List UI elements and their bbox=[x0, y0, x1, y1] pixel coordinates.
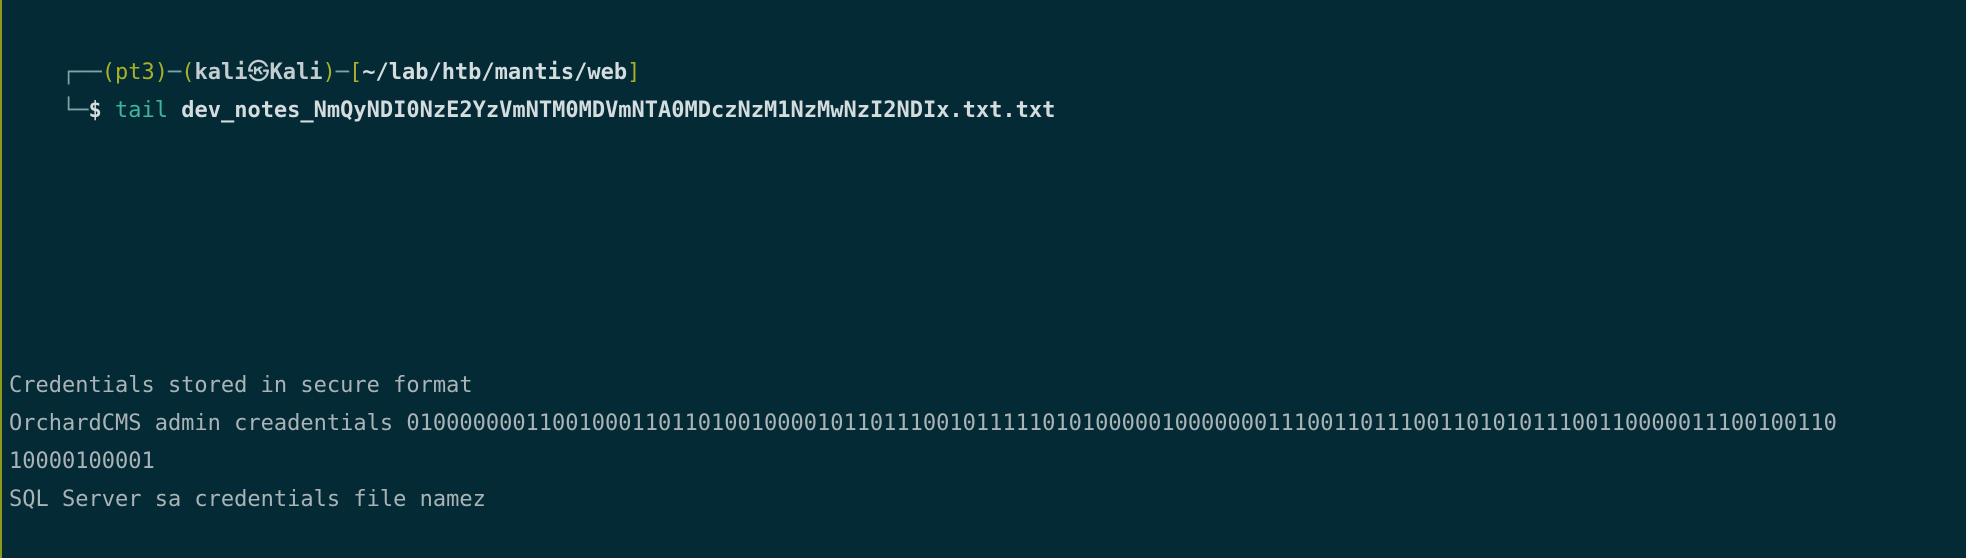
command-name: tail bbox=[114, 98, 168, 123]
prompt-dollar: $ bbox=[88, 98, 102, 123]
command-argument: dev_notes_NmQyNDI0NzE2YzVmNTM0MDVmNTA0MD… bbox=[181, 98, 1056, 123]
command-line[interactable]: └─$ tail dev_notes_NmQyNDI0NzE2YzVmNTM0M… bbox=[9, 66, 1055, 123]
output-line: Credentials stored in secure format bbox=[9, 373, 473, 398]
prompt-line: ┌──(pt3)─(kali㉿Kali)─[~/lab/htb/mantis/w… bbox=[9, 28, 640, 85]
terminal-window[interactable]: ┌──(pt3)─(kali㉿Kali)─[~/lab/htb/mantis/w… bbox=[0, 0, 1966, 558]
output-line: SQL Server sa credentials file namez bbox=[9, 487, 486, 512]
prompt-frame-bottom: └─ bbox=[61, 98, 89, 123]
output-line: 10000100001 bbox=[9, 449, 155, 474]
output-line: OrchardCMS admin creadentials 0100000001… bbox=[9, 411, 1837, 436]
terminal-left-edge bbox=[0, 0, 2, 558]
